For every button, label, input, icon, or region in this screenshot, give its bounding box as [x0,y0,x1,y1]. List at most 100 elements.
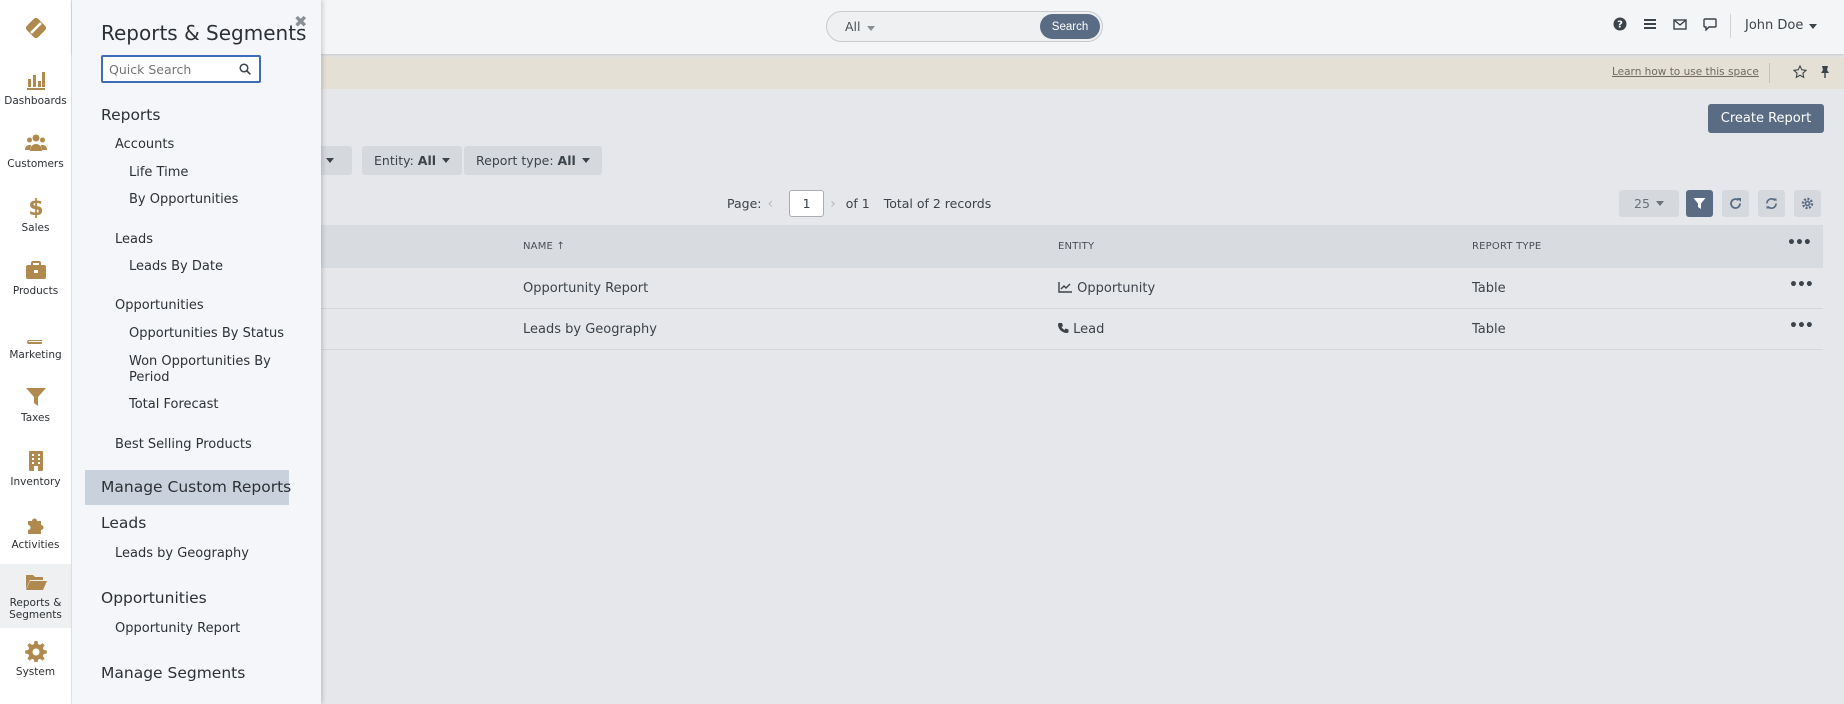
flyout-item-total-forecast[interactable]: Total Forecast [129,397,219,412]
reset-button[interactable] [1758,190,1785,217]
create-report-button[interactable]: Create Report [1708,104,1824,133]
flyout-item-won-opportunities-by-period[interactable]: Won Opportunities By [129,354,271,369]
entity-label: Opportunity [1077,281,1156,296]
report-name[interactable]: Opportunity Report [523,281,648,296]
nav-item-activities[interactable]: Activities [0,501,71,565]
report-type: Table [1472,322,1506,337]
close-icon[interactable]: ✖ [294,12,307,31]
nav-item-label: System [15,666,56,679]
sort-asc-icon: ↑ [556,241,566,252]
chevron-down-icon [442,158,451,163]
report-type: Table [1472,281,1506,296]
learn-link[interactable]: Learn how to use this space [1612,66,1759,78]
grid-settings-button[interactable] [1794,190,1821,217]
chat-icon[interactable] [1703,17,1717,31]
help-icon[interactable]: ? [1613,17,1627,31]
flyout-section-reports[interactable]: Reports [101,106,160,124]
flyout-item-opportunities[interactable]: Opportunities [115,298,204,313]
chevron-down-icon [326,158,335,163]
left-navigation: Dashboards Customers $ Sales Products Ma… [0,0,72,704]
flyout-item-leads[interactable]: Leads [115,232,153,247]
filter-icon [25,388,46,407]
chevron-right-icon[interactable]: › [830,196,836,212]
flyout-title: Reports & Segments [101,21,307,45]
filter-label: Report type: [476,153,554,168]
search-scope-select[interactable]: All [845,19,875,34]
search-icon[interactable] [239,63,251,75]
gear-icon [1801,197,1814,210]
dollar-icon: $ [28,196,43,218]
flyout-item-opportunity-report[interactable]: Opportunity Report [115,621,240,636]
nav-item-label: Customers [7,158,64,171]
flyout-item-life-time[interactable]: Life Time [129,165,188,180]
flyout-item-accounts[interactable]: Accounts [115,137,174,152]
row-actions-icon[interactable]: ••• [1789,318,1814,334]
filter-toggle-button[interactable] [1686,190,1713,217]
per-page-select[interactable]: 25 [1619,190,1679,217]
pin-icon[interactable] [1818,65,1832,79]
flyout-item-manage-segments[interactable]: Manage Segments [101,664,245,682]
chevron-left-icon[interactable]: ‹ [767,196,773,212]
phone-icon [1057,322,1069,333]
chevron-down-icon [1809,24,1818,29]
flyout-item-by-opportunities[interactable]: By Opportunities [129,192,238,207]
report-name[interactable]: Leads by Geography [523,322,657,337]
table-row[interactable]: Leads by Geography Lead Table ••• [72,309,1823,350]
nav-item-system[interactable]: System [0,628,71,692]
filter-report-type[interactable]: Report type: All [464,146,602,175]
more-options-icon[interactable]: ••• [1787,235,1812,251]
book-icon [26,324,44,344]
line-chart-icon [1058,282,1072,293]
flyout-item-leads-by-date[interactable]: Leads By Date [129,259,223,274]
flyout-section-opportunities[interactable]: Opportunities [101,589,207,607]
flyout-item-manage-custom-reports[interactable]: Manage Custom Reports [101,478,291,496]
per-page-value: 25 [1634,196,1650,211]
app-logo[interactable] [0,0,71,56]
column-header-report-type[interactable]: REPORT TYPE [1472,241,1541,252]
nav-item-label: Products [12,285,59,298]
flyout-item-best-selling-products[interactable]: Best Selling Products [115,437,252,452]
nav-item-label: Inventory [10,475,61,488]
nav-item-customers[interactable]: Customers [0,120,71,184]
bar-chart-icon [26,71,45,90]
page-label: Page: [727,196,762,211]
logo-icon [25,17,46,39]
report-entity: Opportunity [1058,281,1155,296]
info-separator [1769,63,1770,83]
nav-item-dashboards[interactable]: Dashboards [0,56,71,120]
top-icons: ? [1613,17,1717,31]
user-menu[interactable]: John Doe [1745,18,1818,33]
gear-icon [24,641,47,663]
nav-item-products[interactable]: Products [0,247,71,311]
table-row[interactable]: Opportunity Report Opportunity Table ••• [72,268,1823,309]
briefcase-icon [25,261,46,280]
total-records: Total of 2 records [883,196,992,211]
nav-item-marketing[interactable]: Marketing [0,310,71,374]
svg-text:$: $ [28,196,43,218]
nav-item-label: Sales [21,221,50,234]
flyout-item-won-opportunities-by-period-cont[interactable]: Period [129,370,170,385]
nav-item-taxes[interactable]: Taxes [0,374,71,438]
flyout-item-leads-by-geography[interactable]: Leads by Geography [115,546,249,561]
menu-list-icon[interactable] [1643,17,1657,31]
flyout-item-opportunities-by-status[interactable]: Opportunities By Status [129,326,284,341]
chevron-down-icon [866,26,875,31]
filter-entity[interactable]: Entity: All [362,146,463,175]
filter-icon [1693,198,1706,209]
flyout-section-leads[interactable]: Leads [101,514,146,532]
top-separator [1730,14,1731,38]
row-actions-icon[interactable]: ••• [1789,277,1814,293]
quick-search-input[interactable] [103,57,233,81]
nav-item-inventory[interactable]: Inventory [0,437,71,501]
nav-item-reports-segments[interactable]: Reports & Segments [0,564,71,628]
refresh-button[interactable] [1722,190,1749,217]
page-input[interactable]: 1 [789,190,825,217]
star-icon[interactable] [1793,65,1807,79]
search-scope-value: All [845,19,861,34]
nav-item-label: Activities [11,539,60,552]
column-header-name[interactable]: NAME ↑ [523,241,565,252]
envelope-icon[interactable] [1673,17,1687,31]
search-button[interactable]: Search [1040,14,1100,39]
nav-item-sales[interactable]: $ Sales [0,183,71,247]
column-header-entity[interactable]: ENTITY [1058,241,1094,252]
